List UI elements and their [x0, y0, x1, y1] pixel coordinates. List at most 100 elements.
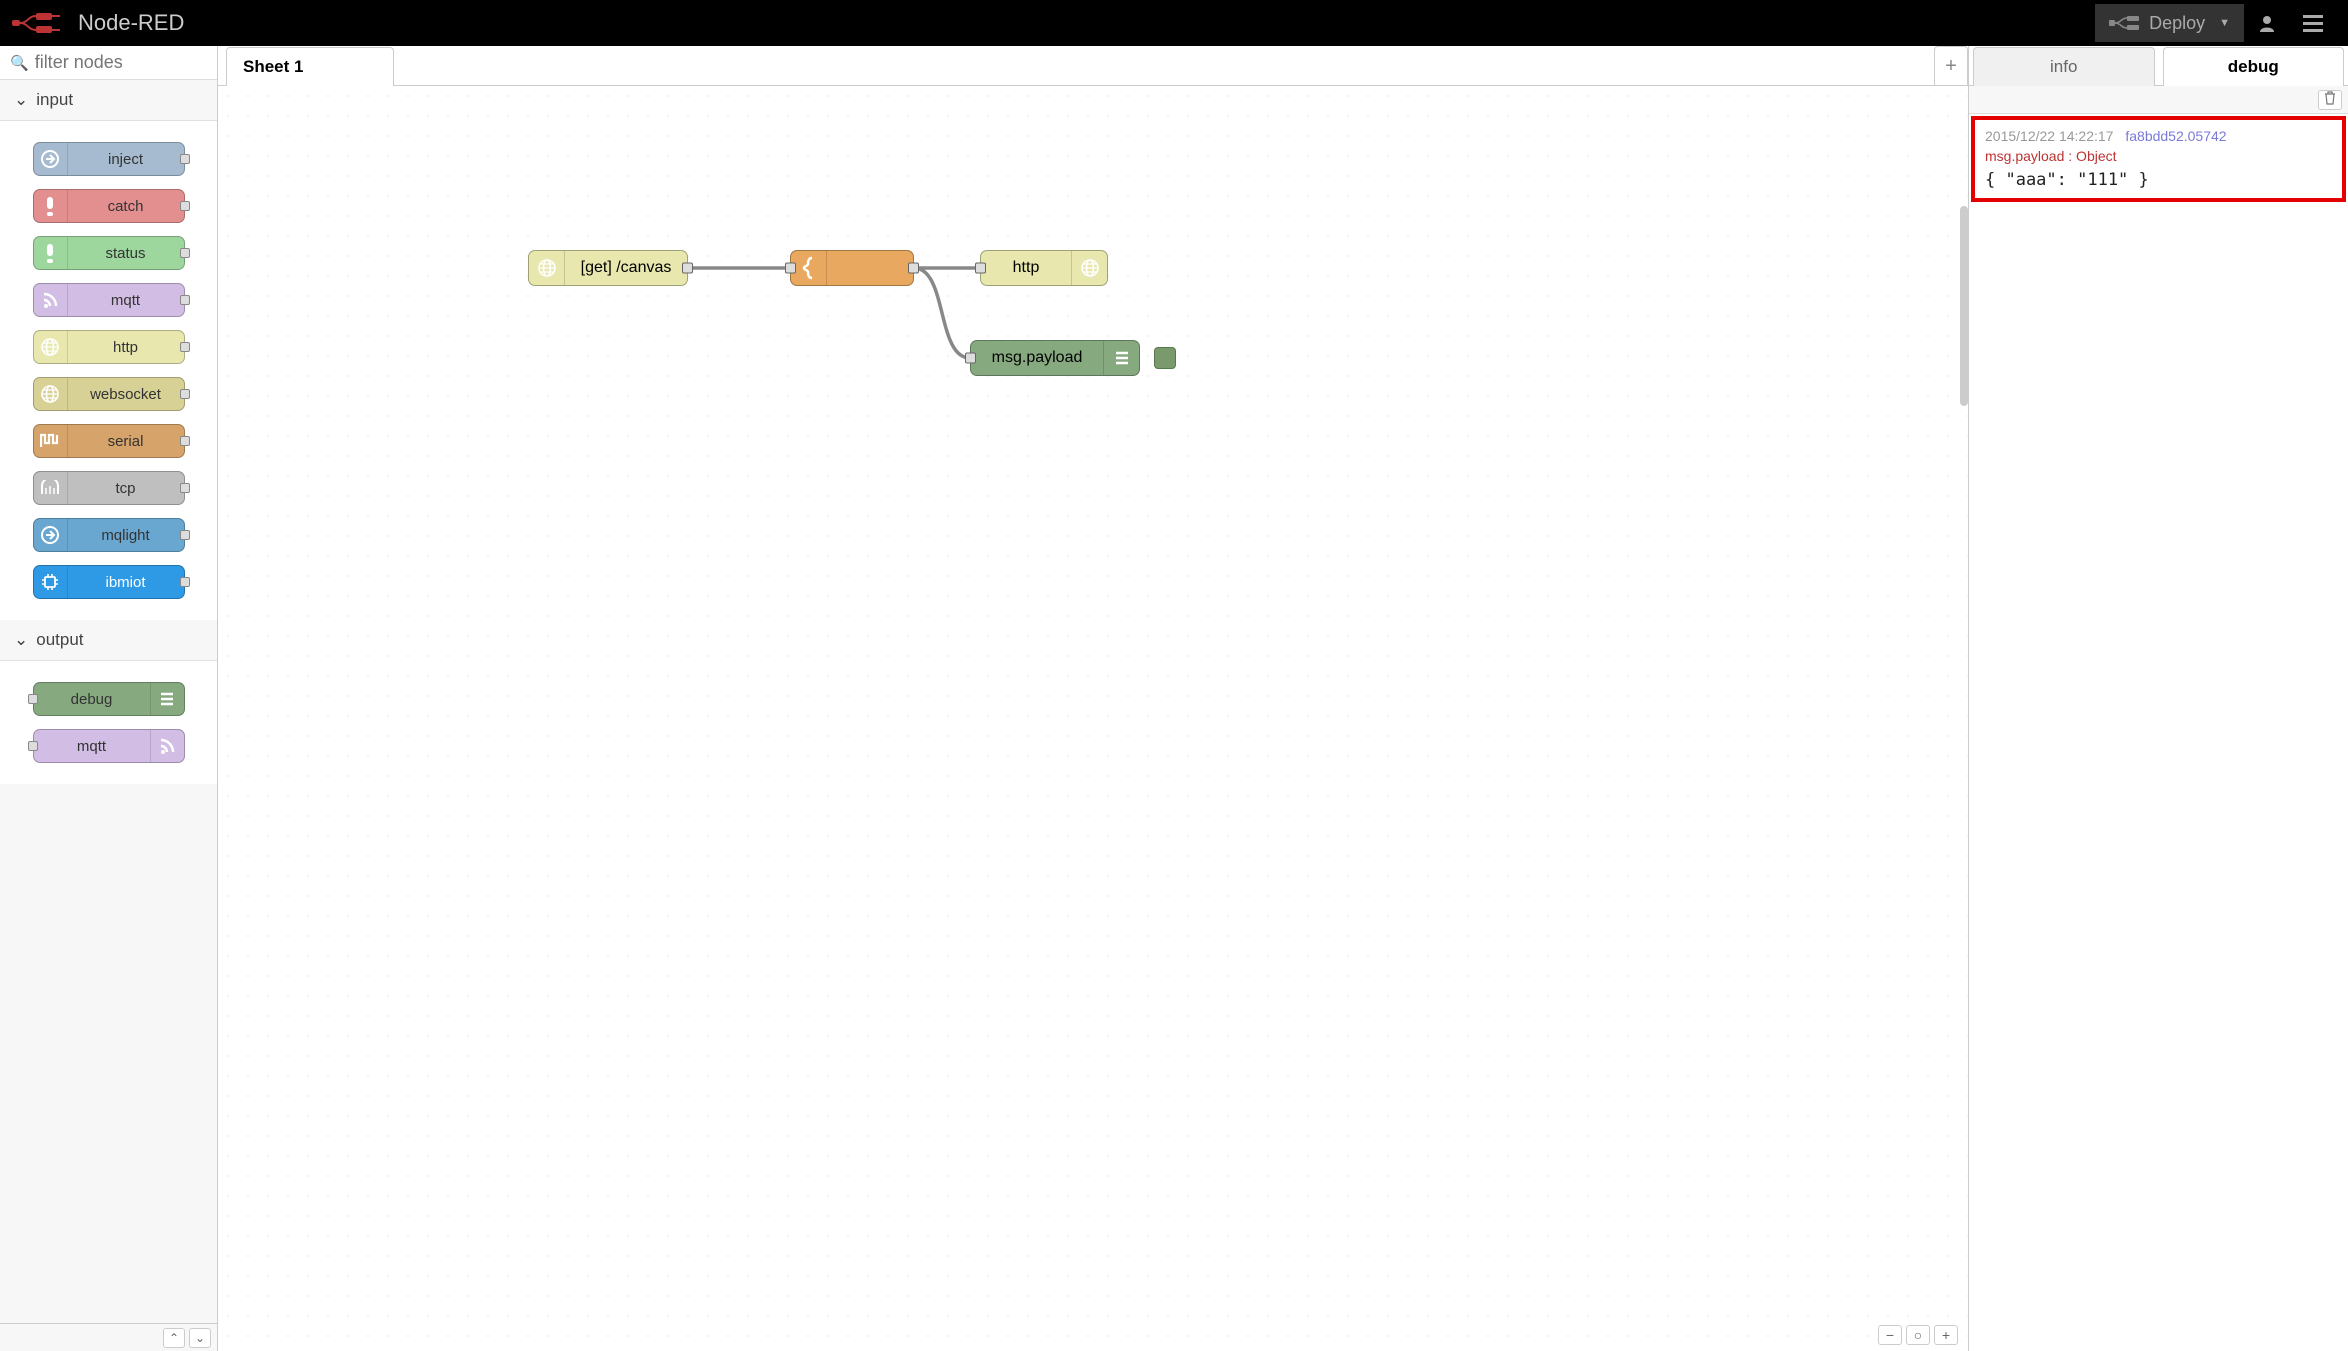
palette-category-output[interactable]: ⌄output: [0, 620, 217, 661]
node-input-port[interactable]: [785, 263, 796, 274]
debug-panel: 2015/12/22 14:22:17 fa8bdd52.05742 msg.p…: [1969, 114, 2348, 1351]
flow-node-template[interactable]: [790, 250, 914, 286]
palette-node-tcp[interactable]: tcp: [33, 471, 185, 505]
node-port[interactable]: [28, 741, 38, 751]
deploy-icon: [2109, 16, 2139, 30]
debug-topic: msg.payload : Object: [1985, 148, 2332, 164]
chevron-down-icon: ⌄: [14, 630, 28, 650]
node-output-port[interactable]: [908, 263, 919, 274]
node-input-port[interactable]: [975, 263, 986, 274]
logo-icon: [12, 12, 68, 34]
palette-node-label: ibmiot: [68, 574, 184, 591]
canvas[interactable]: − ○ + [get] /canvas http msg.payload: [218, 86, 1968, 1351]
palette-node-label: catch: [68, 198, 184, 215]
scrollbar-thumb[interactable]: [1960, 206, 1968, 406]
node-port[interactable]: [180, 483, 190, 493]
tab-sheet-1[interactable]: Sheet 1: [226, 47, 394, 86]
palette-node-inject[interactable]: inject: [33, 142, 185, 176]
palette-node-mqlight[interactable]: mqlight: [33, 518, 185, 552]
palette-node-label: tcp: [68, 480, 184, 497]
palette-node-label: http: [68, 339, 184, 356]
app-title: Node-RED: [78, 10, 184, 36]
flow-node-label: [get] /canvas: [565, 259, 687, 277]
node-port[interactable]: [180, 295, 190, 305]
flow-node-http-resp[interactable]: http: [980, 250, 1108, 286]
palette-category-input[interactable]: ⌄input: [0, 80, 217, 121]
user-menu-button[interactable]: [2244, 0, 2290, 46]
node-port[interactable]: [180, 530, 190, 540]
palette-node-mqtt[interactable]: mqtt: [33, 729, 185, 763]
palette-collapse-up-button[interactable]: ⌃: [163, 1328, 185, 1348]
canvas-scrollbar[interactable]: [1960, 86, 1968, 1351]
user-icon: [2258, 14, 2276, 32]
node-port[interactable]: [180, 154, 190, 164]
feed-icon: [34, 284, 68, 316]
flow-node-label: http: [981, 259, 1071, 277]
palette-node-label: inject: [68, 151, 184, 168]
debug-toggle-button[interactable]: [1154, 347, 1176, 369]
chip-icon: [34, 566, 68, 598]
flow-node-label: msg.payload: [971, 349, 1103, 367]
node-port[interactable]: [180, 248, 190, 258]
arrow-in-icon: [34, 143, 68, 175]
zoom-reset-button[interactable]: ○: [1906, 1325, 1930, 1345]
feed-icon: [150, 730, 184, 762]
node-port[interactable]: [180, 342, 190, 352]
palette-node-label: mqlight: [68, 527, 184, 544]
node-port[interactable]: [180, 436, 190, 446]
node-output-port[interactable]: [682, 263, 693, 274]
node-port[interactable]: [180, 577, 190, 587]
palette-node-catch[interactable]: catch: [33, 189, 185, 223]
palette-search[interactable]: 🔍: [0, 46, 217, 80]
sidebar-tabs: info debug: [1969, 46, 2348, 86]
debug-toolbar: [1969, 86, 2348, 114]
clear-debug-button[interactable]: [2318, 90, 2342, 110]
globe-icon: [34, 378, 68, 410]
palette-node-http[interactable]: http: [33, 330, 185, 364]
palette-node-debug[interactable]: debug: [33, 682, 185, 716]
bridge-icon: [34, 472, 68, 504]
serial-icon: [34, 425, 68, 457]
palette-node-mqtt[interactable]: mqtt: [33, 283, 185, 317]
node-port[interactable]: [180, 389, 190, 399]
flow-node-debug[interactable]: msg.payload: [970, 340, 1140, 376]
palette-footer: ⌃ ⌄: [0, 1323, 217, 1351]
palette-node-websocket[interactable]: websocket: [33, 377, 185, 411]
chevron-down-icon: ⌄: [14, 90, 28, 110]
palette-collapse-down-button[interactable]: ⌄: [189, 1328, 211, 1348]
palette-node-status[interactable]: status: [33, 236, 185, 270]
palette-node-label: serial: [68, 433, 184, 450]
palette-node-serial[interactable]: serial: [33, 424, 185, 458]
menu-button[interactable]: [2290, 0, 2336, 46]
flow-node-http-in[interactable]: [get] /canvas: [528, 250, 688, 286]
sidebar-tab-info[interactable]: info: [1973, 47, 2155, 86]
node-port[interactable]: [180, 201, 190, 211]
zoom-in-button[interactable]: +: [1934, 1325, 1958, 1345]
add-tab-button[interactable]: +: [1934, 46, 1968, 85]
list-icon: [150, 683, 184, 715]
palette-node-label: debug: [34, 691, 150, 708]
hamburger-icon: [2303, 15, 2323, 32]
canvas-area: Sheet 1 + − ○ + [get] /canvas http msg.pay…: [218, 46, 1968, 1351]
trash-icon: [2324, 91, 2336, 105]
list-icon: [1103, 341, 1139, 375]
flow-tabs: Sheet 1 +: [218, 46, 1968, 86]
wire[interactable]: [914, 268, 970, 358]
debug-message[interactable]: 2015/12/22 14:22:17 fa8bdd52.05742 msg.p…: [1971, 116, 2346, 202]
globe-icon: [1071, 251, 1107, 285]
canvas-footer: − ○ +: [1878, 1325, 1958, 1345]
debug-payload: { "aaa": "111" }: [1985, 170, 2332, 190]
node-palette: 🔍 ⌄input inject catch status mqtt http websock…: [0, 46, 218, 1351]
sidebar-tab-debug[interactable]: debug: [2163, 47, 2345, 86]
palette-search-input[interactable]: [35, 52, 207, 73]
app-header: Node-RED Deploy ▼: [0, 0, 2348, 46]
node-input-port[interactable]: [965, 353, 976, 364]
palette-node-ibmiot[interactable]: ibmiot: [33, 565, 185, 599]
deploy-button[interactable]: Deploy ▼: [2095, 4, 2244, 42]
zoom-out-button[interactable]: −: [1878, 1325, 1902, 1345]
search-icon: 🔍: [10, 54, 29, 72]
bang-icon: [34, 237, 68, 269]
debug-node-id[interactable]: fa8bdd52.05742: [2125, 128, 2226, 144]
node-port[interactable]: [28, 694, 38, 704]
bang-icon: [34, 190, 68, 222]
